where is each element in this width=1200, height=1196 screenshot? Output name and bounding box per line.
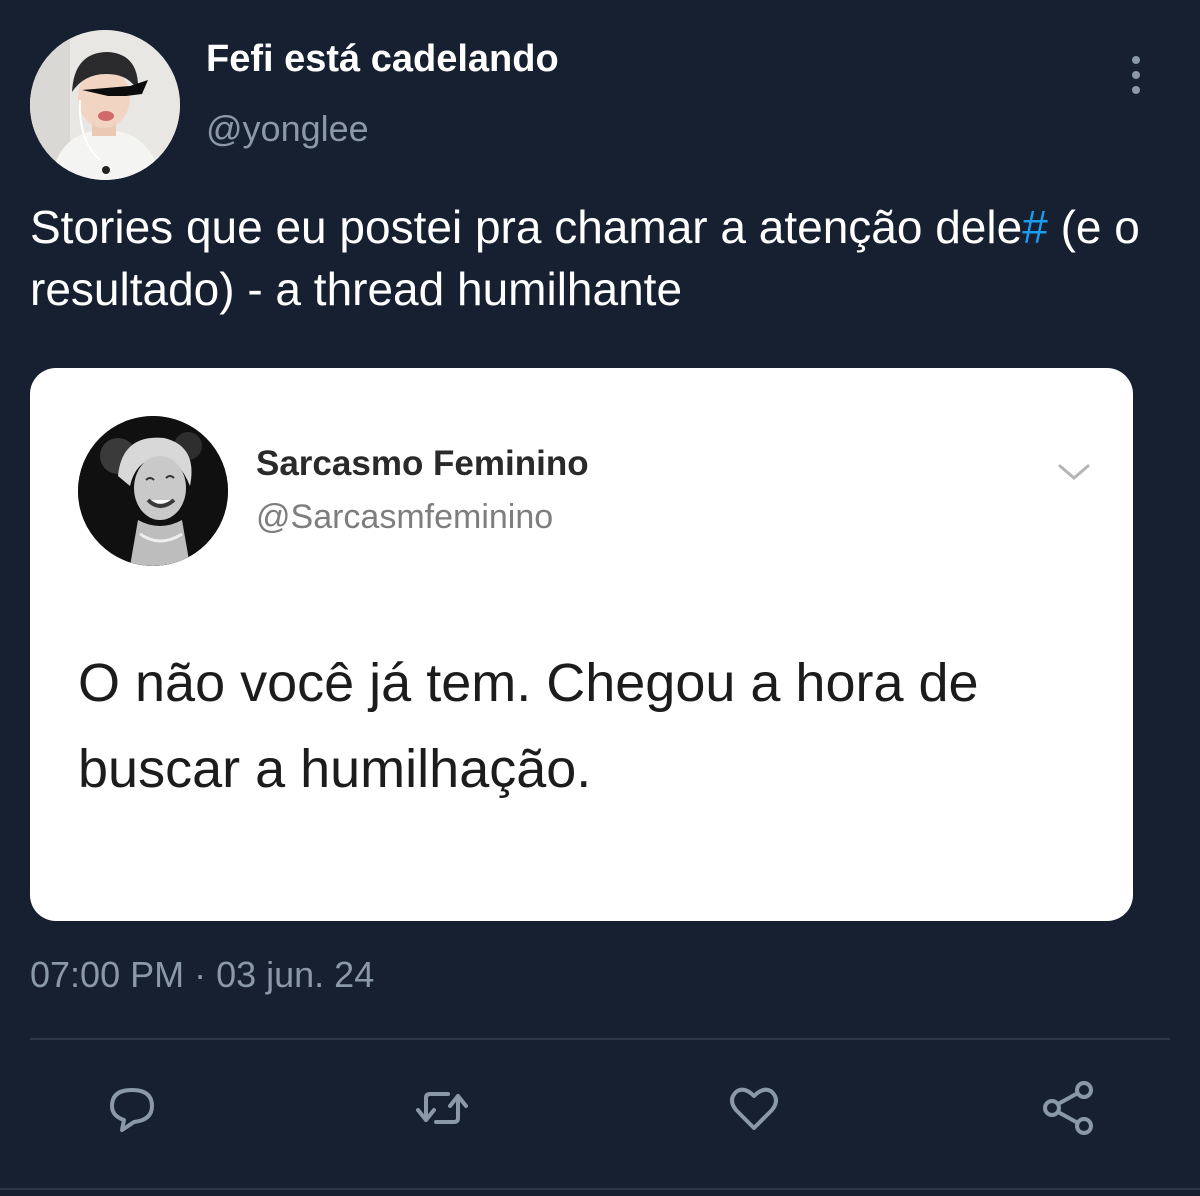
embedded-author-avatar [78, 416, 228, 566]
tweet-timestamp[interactable]: 07:00 PM · 03 jun. 24 [30, 954, 374, 996]
embedded-tweet-text: O não você já tem. Chegou a hora de busc… [78, 653, 979, 799]
author-display-name[interactable]: Fefi está cadelando [206, 38, 559, 81]
more-vertical-icon[interactable] [1116, 50, 1156, 100]
chevron-down-icon [1056, 460, 1092, 484]
tweet-text: Stories que eu postei pra chamar a atenç… [30, 196, 1180, 320]
reply-icon[interactable] [104, 1080, 160, 1136]
hashtag-link[interactable]: # [1022, 201, 1048, 253]
tweet-detail-screen: Fefi está cadelando @yonglee Stories que… [0, 0, 1200, 1196]
heart-icon[interactable] [726, 1080, 782, 1136]
share-icon[interactable] [1040, 1080, 1096, 1136]
embedded-author-handle: @Sarcasmfeminino [256, 498, 554, 536]
author-handle[interactable]: @yonglee [206, 108, 369, 150]
embedded-author-name: Sarcasmo Feminino [256, 444, 589, 483]
author-avatar[interactable] [30, 30, 180, 180]
divider [30, 1038, 1170, 1040]
retweet-icon[interactable] [414, 1080, 470, 1136]
tweet-text-before: Stories que eu postei pra chamar a atenç… [30, 201, 1023, 253]
bottom-divider [0, 1188, 1200, 1190]
tweet-media-image[interactable]: Sarcasmo Feminino @Sarcasmfeminino O não… [30, 368, 1133, 921]
